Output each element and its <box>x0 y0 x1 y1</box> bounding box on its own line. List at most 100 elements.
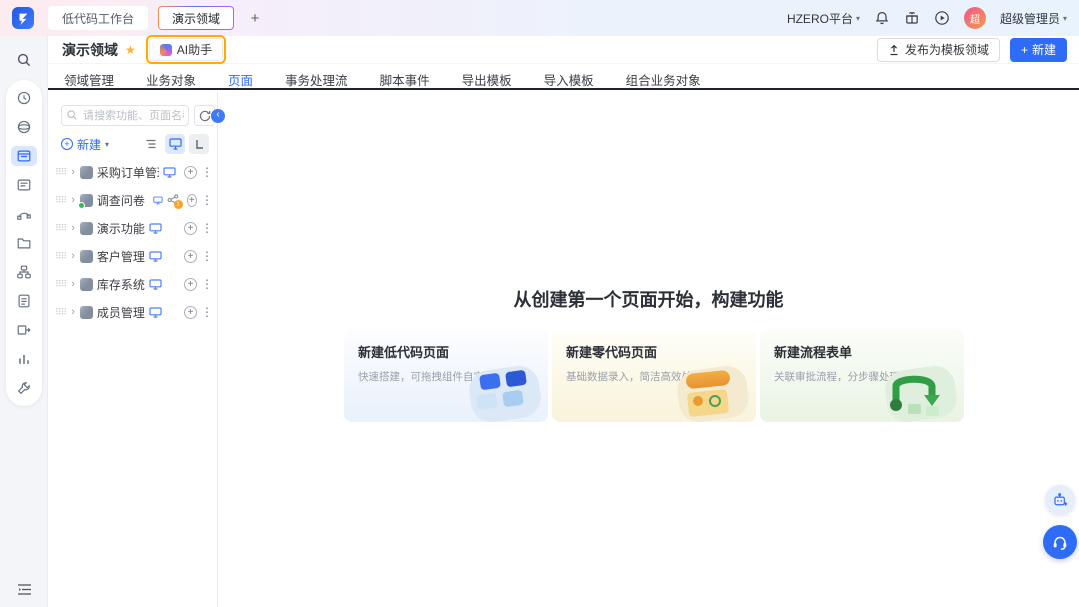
new-workspace-tab-button[interactable]: + <box>244 7 266 29</box>
drag-handle-icon[interactable]: ⠿⠿ <box>55 307 66 318</box>
workspace-tab-demo-domain[interactable]: 演示领域 <box>158 6 234 30</box>
tab-business-objects[interactable]: 业务对象 <box>144 67 198 93</box>
rail-icon-export[interactable] <box>11 320 37 340</box>
tab-composite-business-objects[interactable]: 组合业务对象 <box>624 67 703 93</box>
tree-row-customer-management[interactable]: ⠿⠿ › 客户管理 + ⋮ <box>48 242 217 270</box>
tab-transaction-flow[interactable]: 事务处理流 <box>283 67 350 93</box>
tab-domain-management[interactable]: 领域管理 <box>62 67 116 93</box>
more-actions-icon[interactable]: ⋮ <box>201 193 211 207</box>
chevron-right-icon[interactable]: › <box>71 306 75 318</box>
card-new-zerocode-page[interactable]: 新建零代码页面 基础数据录入，简洁高效处理信息 <box>552 329 756 422</box>
rail-icon-group <box>6 80 42 406</box>
favorite-star-icon[interactable]: ★ <box>125 43 136 57</box>
tree-row-survey-pc[interactable]: ⠿⠿ › 调查问卷 PC 1 + ⋮ <box>48 186 217 214</box>
search-input[interactable] <box>61 105 189 126</box>
add-page-icon[interactable]: + <box>184 222 197 235</box>
rail-icon-folder[interactable] <box>11 233 37 253</box>
drag-handle-icon[interactable]: ⠿⠿ <box>55 251 66 262</box>
chevron-right-icon[interactable]: › <box>71 222 75 234</box>
gift-icon[interactable] <box>904 10 920 26</box>
publish-template-button[interactable]: 发布为模板领域 <box>877 38 1000 62</box>
notification-bell-icon[interactable] <box>874 10 890 26</box>
user-menu[interactable]: 超级管理员 ▾ <box>1000 10 1067 27</box>
drag-handle-icon[interactable]: ⠿⠿ <box>55 223 66 234</box>
search-box <box>61 105 189 126</box>
rail-icon-forms[interactable] <box>11 175 37 195</box>
app-window: 低代码工作台 演示领域 + HZERO平台 ▾ 超 超级管理员 <box>0 0 1079 607</box>
add-page-icon[interactable]: + <box>187 194 197 207</box>
chevron-right-icon[interactable]: › <box>71 250 75 262</box>
panel-toolbar: + 新建 ▾ <box>61 134 209 154</box>
chevron-down-icon: ▾ <box>1063 14 1067 23</box>
layout-view-button[interactable] <box>189 134 209 154</box>
more-actions-icon[interactable]: ⋮ <box>201 305 211 319</box>
desktop-view-button[interactable] <box>165 134 185 154</box>
rail-icon-history[interactable] <box>11 88 37 108</box>
tree-row-purchase-orders[interactable]: ⠿⠿ › 采购订单管理 + ⋮ <box>48 158 217 186</box>
tree-new-button[interactable]: + 新建 ▾ <box>61 136 109 153</box>
card-new-lowcode-page[interactable]: 新建低代码页面 快速搭建，可拖拽组件自定义布局 <box>344 329 548 422</box>
panel-collapse-toggle[interactable]: ‹ <box>211 109 225 123</box>
add-page-icon[interactable]: + <box>184 278 197 291</box>
domain-header: 演示领域 ★ AI助手 发布为模板领域 + 新建 <box>48 36 1079 64</box>
rail-icon-flow[interactable] <box>11 204 37 224</box>
user-avatar[interactable]: 超 <box>964 7 986 29</box>
add-page-icon[interactable]: + <box>184 166 197 179</box>
rail-icon-model[interactable] <box>11 117 37 137</box>
rail-icon-workflow[interactable] <box>11 262 37 282</box>
workspace-tab-label: 低代码工作台 <box>62 10 134 27</box>
new-button[interactable]: + 新建 <box>1010 38 1067 62</box>
panel-search-row <box>61 105 215 126</box>
workspace-tab-home[interactable]: 低代码工作台 <box>48 6 148 30</box>
tree-levels-button[interactable] <box>141 134 161 154</box>
status-dot-green <box>78 202 85 209</box>
tab-import-template[interactable]: 导入模板 <box>542 67 596 93</box>
rail-icon-tools[interactable] <box>11 378 37 398</box>
domain-title: 演示领域 <box>62 40 118 60</box>
desktop-page-icon <box>153 195 163 206</box>
chevron-right-icon[interactable]: › <box>71 166 75 178</box>
more-actions-icon[interactable]: ⋮ <box>201 221 211 235</box>
card-new-process-form[interactable]: 新建流程表单 关联审批流程，分步骤处理业务 <box>760 329 964 422</box>
app-logo[interactable] <box>12 7 34 29</box>
tab-pages[interactable]: 页面 <box>226 67 255 95</box>
headset-icon <box>1051 533 1069 551</box>
ai-assistant-button[interactable]: AI助手 <box>149 38 223 61</box>
chevron-right-icon[interactable]: › <box>71 194 75 206</box>
desktop-page-icon <box>149 251 162 262</box>
tree-row-member-management[interactable]: ⠿⠿ › 成员管理 + ⋮ <box>48 298 217 326</box>
tab-export-template[interactable]: 导出模板 <box>460 67 514 93</box>
tree-row-inventory-system[interactable]: ⠿⠿ › 库存系统 + ⋮ <box>48 270 217 298</box>
rail-search-icon[interactable] <box>14 50 34 70</box>
tab-script-events[interactable]: 脚本事件 <box>378 67 432 93</box>
rail-collapse-menu-icon[interactable] <box>15 581 33 597</box>
tree-item-label: 演示功能 <box>97 220 145 237</box>
ai-assistant-highlight: AI助手 <box>146 35 226 64</box>
page-tree: ⠿⠿ › 采购订单管理 + ⋮ ⠿⠿ › 调查问卷 PC <box>48 158 217 326</box>
rail-icon-chart[interactable] <box>11 349 37 369</box>
drag-handle-icon[interactable]: ⠿⠿ <box>55 279 66 290</box>
chevron-right-icon[interactable]: › <box>71 278 75 290</box>
desktop-page-icon <box>149 279 162 290</box>
customer-service-fab[interactable] <box>1043 525 1077 559</box>
create-page-cards: 新建低代码页面 快速搭建，可拖拽组件自定义布局 新建零代码页面 基础数据录入，简… <box>344 329 964 422</box>
share-count-badge: 1 <box>174 200 183 209</box>
ai-page-helper-fab[interactable] <box>1045 485 1075 515</box>
drag-handle-icon[interactable]: ⠿⠿ <box>55 167 66 178</box>
more-actions-icon[interactable]: ⋮ <box>201 249 211 263</box>
drag-handle-icon[interactable]: ⠿⠿ <box>55 195 66 206</box>
play-circle-icon[interactable] <box>934 10 950 26</box>
add-page-icon[interactable]: + <box>184 250 197 263</box>
add-page-icon[interactable]: + <box>184 306 197 319</box>
rail-icon-document[interactable] <box>11 291 37 311</box>
more-actions-icon[interactable]: ⋮ <box>201 277 211 291</box>
module-cube-icon <box>80 166 93 179</box>
page-tree-panel: ‹ + 新建 ▾ <box>48 92 218 607</box>
platform-switcher[interactable]: HZERO平台 ▾ <box>787 10 860 27</box>
module-cube-icon <box>80 250 93 263</box>
rail-icon-pages[interactable] <box>11 146 37 166</box>
share-icon[interactable]: 1 <box>167 194 179 206</box>
tree-row-demo-functions[interactable]: ⠿⠿ › 演示功能 + ⋮ <box>48 214 217 242</box>
more-actions-icon[interactable]: ⋮ <box>201 165 211 179</box>
search-icon <box>66 109 78 121</box>
